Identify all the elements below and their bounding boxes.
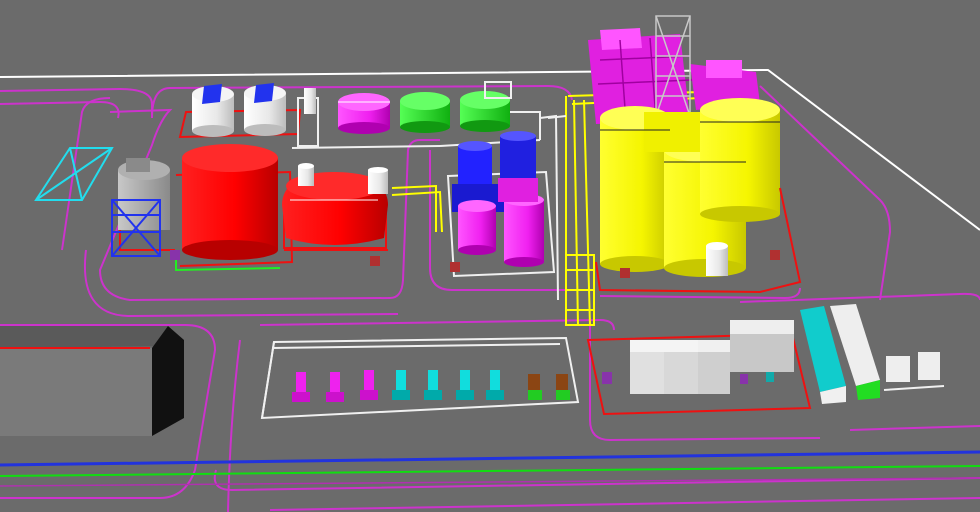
yellow-silo-group[interactable] bbox=[600, 98, 780, 277]
white-silo-small bbox=[706, 242, 728, 276]
small-white-units bbox=[883, 352, 945, 391]
marked-area bbox=[34, 147, 114, 201]
large-red-tank[interactable] bbox=[182, 144, 278, 260]
white-tank-2[interactable] bbox=[244, 83, 286, 136]
magenta-reactor-1[interactable] bbox=[338, 93, 390, 134]
white-tank-1[interactable] bbox=[192, 84, 234, 137]
pump-row[interactable] bbox=[292, 370, 570, 402]
grey-transformer-units[interactable] bbox=[630, 320, 794, 394]
green-reactor-1[interactable] bbox=[400, 92, 450, 133]
plant-layout-scene bbox=[0, 15, 980, 512]
warehouse-building[interactable] bbox=[0, 326, 184, 436]
plant-3d-viewport[interactable] bbox=[0, 0, 980, 512]
